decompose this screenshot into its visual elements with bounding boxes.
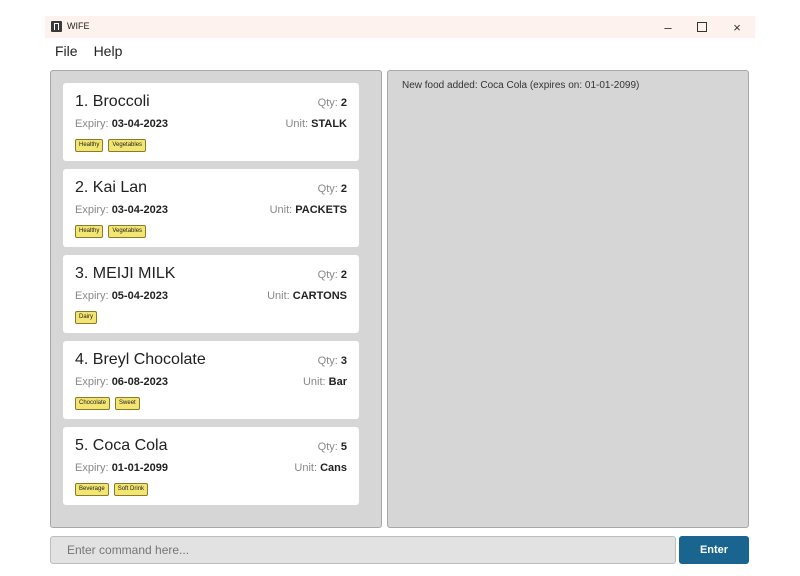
food-expiry: Expiry: 06-08-2023 [75,376,168,388]
food-quantity: Qty: 5 [317,441,347,453]
tag-badge: Vegetables [108,139,147,152]
food-expiry: Expiry: 03-04-2023 [75,204,168,216]
food-name: 5. Coca Cola [75,437,168,454]
food-expiry: Expiry: 05-04-2023 [75,290,168,302]
food-tags: Beverage Soft Drink [75,483,149,496]
food-card[interactable]: 4. Breyl Chocolate Qty: 3 Expiry: 06-08-20… [63,341,359,419]
food-unit: Unit: STALK [285,118,347,130]
food-list-panel[interactable]: 1. Broccoli Qty: 2 Expiry: 03-04-2023 Unit:… [50,70,382,528]
tag-badge: Sweet [115,397,140,410]
enter-button[interactable]: Enter [679,536,749,564]
minimize-button[interactable]: – [651,16,685,38]
maximize-icon [697,22,707,32]
tag-badge: Beverage [75,483,109,496]
food-tags: Healthy Vegetables [75,139,147,152]
food-card[interactable]: 1. Broccoli Qty: 2 Expiry: 03-04-2023 Unit:… [63,83,359,161]
food-expiry: Expiry: 01-01-2099 [75,462,168,474]
close-button[interactable]: × [720,16,754,38]
menu-bar: File Help [45,40,755,62]
food-quantity: Qty: 3 [317,355,347,367]
food-expiry: Expiry: 03-04-2023 [75,118,168,130]
food-name: 4. Breyl Chocolate [75,351,206,368]
food-name: 3. MEIJI MILK [75,265,176,282]
command-input[interactable] [50,536,676,564]
result-message: New food added: Coca Cola (expires on: 0… [402,80,640,91]
food-unit: Unit: PACKETS [269,204,347,216]
food-name: 2. Kai Lan [75,179,148,196]
food-quantity: Qty: 2 [317,97,347,109]
tag-badge: Vegetables [108,225,147,238]
food-name: 1. Broccoli [75,93,150,110]
food-tags: Chocolate Sweet [75,397,140,410]
result-display-panel: New food added: Coca Cola (expires on: 0… [387,70,749,528]
menu-help[interactable]: Help [84,43,129,59]
food-card[interactable]: 2. Kai Lan Qty: 2 Expiry: 03-04-2023 Unit: … [63,169,359,247]
food-quantity: Qty: 2 [317,183,347,195]
tag-badge: Chocolate [75,397,111,410]
app-window: WIFE – × File Help 1. Broccoli Qty: 2 Expi… [45,16,755,576]
maximize-button[interactable] [685,16,719,38]
food-unit: Unit: Bar [302,376,347,388]
tag-badge: Healthy [75,225,104,238]
window-title: WIFE [67,21,90,31]
food-unit: Unit: Cans [294,462,347,474]
food-unit: Unit: CARTONS [267,290,347,302]
tag-badge: Dairy [75,311,98,324]
app-logo-icon [51,21,62,32]
tag-badge: Soft Drink [113,483,149,496]
food-card[interactable]: 3. MEIJI MILK Qty: 2 Expiry: 05-04-2023 Uni… [63,255,359,333]
food-card[interactable]: 5. Coca Cola Qty: 5 Expiry: 01-01-2099 Unit… [63,427,359,505]
food-tags: Dairy [75,311,98,324]
title-bar: WIFE – × [45,16,755,38]
food-tags: Healthy Vegetables [75,225,147,238]
tag-badge: Healthy [75,139,104,152]
food-quantity: Qty: 2 [317,269,347,281]
menu-file[interactable]: File [45,43,84,59]
